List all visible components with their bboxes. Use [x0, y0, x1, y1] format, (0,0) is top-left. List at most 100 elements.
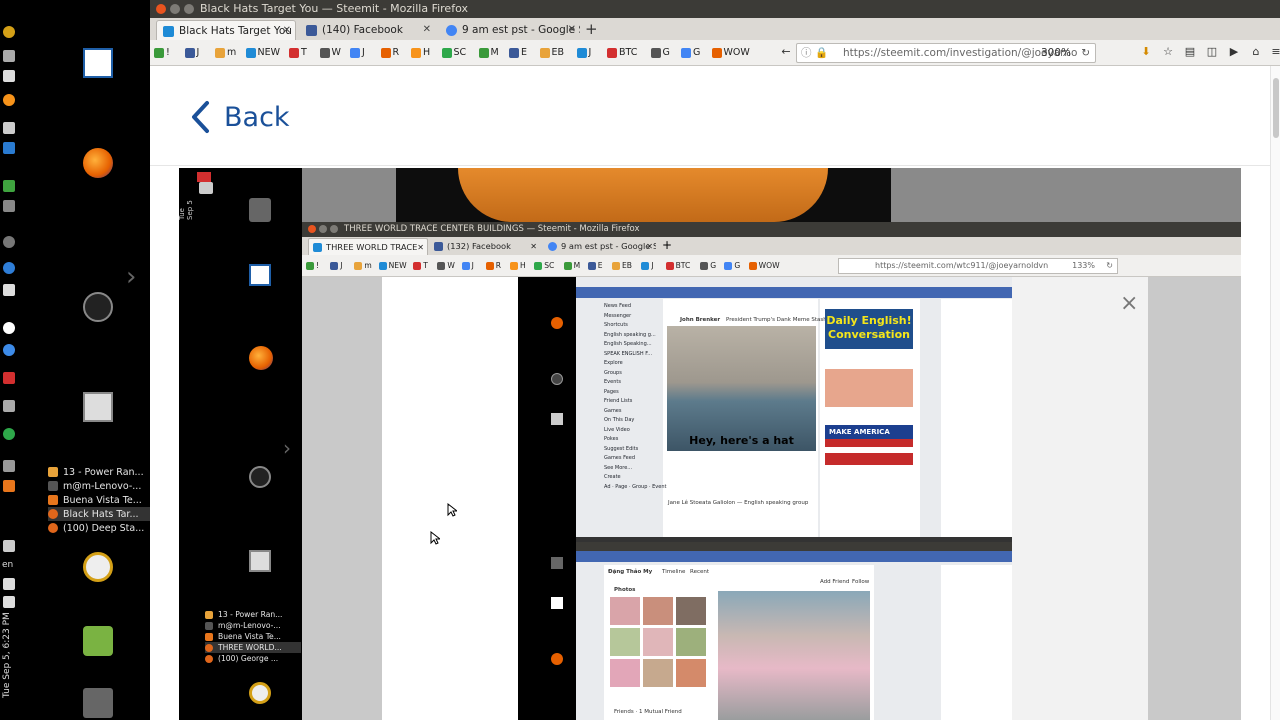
- ad-daily-english: Daily English! Conversation: [825, 309, 913, 349]
- fb-sidebar-item: On This Day: [604, 417, 635, 423]
- nested-bookmark-item: m: [364, 261, 372, 270]
- bookmark-icon: [461, 262, 470, 270]
- bookmark-item[interactable]: M: [491, 47, 499, 58]
- coin-icon[interactable]: [83, 552, 113, 582]
- ubuntu-icon[interactable]: [83, 292, 113, 322]
- fb-second-post: Jane Lê Stoeata Galiolon — English speak…: [668, 500, 809, 506]
- bookmark-item[interactable]: WOW: [724, 47, 750, 58]
- firefox-window: Black Hats Target You — Steemit - Mozill…: [150, 0, 1280, 720]
- tab-active[interactable]: Black Hats Target You ✕: [156, 20, 296, 40]
- bookmark-item[interactable]: J: [362, 47, 365, 58]
- bookmark-item[interactable]: SC: [454, 47, 467, 58]
- file-manager-icon[interactable]: [83, 392, 113, 422]
- reload-icon[interactable]: ↻: [1081, 44, 1090, 62]
- bookmark-item[interactable]: m: [227, 47, 236, 58]
- youtube-icon[interactable]: ▶: [1228, 46, 1240, 58]
- fb-sidebar-item: SPEAK ENGLISH F...: [604, 350, 653, 357]
- new-tab-button[interactable]: +: [585, 20, 598, 38]
- bookmark-item[interactable]: E: [521, 47, 527, 58]
- document-icon: [249, 264, 271, 286]
- trash-icon: [249, 198, 271, 222]
- zoom-level[interactable]: 300%: [1041, 44, 1071, 62]
- screenshot-task-list: 13 - Power Ran... m@m-Lenovo-... Buena V…: [205, 609, 301, 664]
- info-icon[interactable]: ⓘ: [801, 44, 812, 62]
- task-item[interactable]: (100) Deep Sta...: [48, 521, 166, 535]
- nested-bookmark-item: SC: [544, 261, 555, 270]
- fb-post-group: President Trump's Dank Meme Stash: [726, 317, 827, 323]
- task-item-active[interactable]: Black Hats Tar...: [48, 507, 166, 521]
- nested-bookmark-item: WOW: [758, 261, 780, 270]
- minimize-window-button[interactable]: [170, 4, 180, 14]
- library-icon[interactable]: ▤: [1184, 46, 1196, 58]
- bookmark-icon: [184, 48, 195, 58]
- scrollbar-thumb[interactable]: [1273, 78, 1279, 138]
- bookmark-item[interactable]: NEW: [258, 47, 281, 58]
- back-arrow-icon[interactable]: ←: [780, 46, 792, 58]
- volume-icon[interactable]: [3, 578, 15, 590]
- page-content: Back › Tue Sep 5 13 - Power Ran... m@m-L…: [150, 66, 1270, 720]
- pocket-icon[interactable]: ◫: [1206, 46, 1218, 58]
- user-icon[interactable]: [83, 626, 113, 656]
- star-icon[interactable]: ☆: [1162, 46, 1174, 58]
- nested-tab: (132) Facebook ✕: [430, 238, 540, 255]
- bookmark-item[interactable]: H: [423, 47, 430, 58]
- fb-add-friend-button: Add Friend: [820, 579, 850, 585]
- bookmark-icon: [485, 262, 494, 270]
- document-icon[interactable]: [83, 48, 113, 78]
- system-clock[interactable]: Tue Sep 5, 6:23 PM: [2, 600, 16, 710]
- home-icon[interactable]: ⌂: [1250, 46, 1262, 58]
- keyboard-layout[interactable]: en: [2, 560, 13, 570]
- spreadsheet-icon: [3, 180, 15, 192]
- coin-icon: [249, 682, 271, 704]
- bookmark-icon: [478, 48, 489, 58]
- bookmark-item[interactable]: BTC: [619, 47, 637, 58]
- trash-icon[interactable]: [83, 688, 113, 718]
- tab[interactable]: 9 am est pst - Google S ✕: [440, 20, 580, 40]
- nested-bookmark-item: H: [520, 261, 526, 270]
- task-item[interactable]: m@m-Lenovo-...: [48, 479, 166, 493]
- tab[interactable]: (140) Facebook ✕: [300, 20, 435, 40]
- close-window-icon: [308, 225, 316, 233]
- bookmark-icon: [539, 48, 550, 58]
- fb-profile-name: Đặng Thảo My: [608, 569, 653, 575]
- bookmark-icon: [380, 48, 391, 58]
- download-icon[interactable]: ⬇: [1140, 46, 1152, 58]
- lock-icon: 🔒: [815, 47, 829, 59]
- bookmark-item[interactable]: EB: [552, 47, 565, 58]
- nested-window-title: THREE WORLD TRACE CENTER BUILDINGS — Ste…: [344, 224, 640, 234]
- bookmark-item[interactable]: R: [393, 47, 400, 58]
- task-label: Buena Vista Te...: [63, 494, 142, 506]
- back-button[interactable]: Back: [190, 98, 290, 136]
- task-item[interactable]: 13 - Power Ran...: [48, 465, 166, 479]
- task-item[interactable]: Buena Vista Te...: [48, 493, 166, 507]
- bookmark-item[interactable]: T: [301, 47, 307, 58]
- bookmark-item[interactable]: J: [197, 47, 200, 58]
- bookmark-icon: [330, 262, 339, 270]
- close-tab-icon[interactable]: ✕: [568, 20, 576, 40]
- bookmark-item[interactable]: J: [589, 47, 592, 58]
- page-scrollbar[interactable]: [1270, 66, 1280, 720]
- nested-bookmark-item: EB: [622, 261, 633, 270]
- fb-sidebar-item: Create: [604, 474, 621, 480]
- close-tab-icon[interactable]: ✕: [283, 21, 291, 40]
- nested-bookmark-item: J: [340, 261, 343, 270]
- firefox-icon: [551, 317, 563, 329]
- embedded-screenshot[interactable]: › Tue Sep 5 13 - Power Ran... m@m-Lenovo…: [179, 168, 1241, 720]
- address-bar[interactable]: ⓘ 🔒 https://steemit.com/investigation/@j…: [796, 43, 1096, 63]
- file-manager-icon: [551, 413, 563, 425]
- bookmark-item[interactable]: G: [693, 47, 700, 58]
- vlc-icon: [3, 480, 15, 492]
- chevron-right-icon[interactable]: ›: [126, 262, 136, 292]
- app-icon: [3, 200, 15, 212]
- close-window-button[interactable]: [156, 4, 166, 14]
- bookmark-item[interactable]: !: [166, 47, 170, 58]
- menu-icon[interactable]: ≡: [1270, 46, 1280, 58]
- bookmark-item[interactable]: G: [663, 47, 670, 58]
- nested-bookmark-item: G: [710, 261, 717, 270]
- close-tab-icon[interactable]: ✕: [423, 20, 431, 40]
- firefox-icon: [249, 346, 273, 370]
- firefox-icon[interactable]: [83, 148, 113, 178]
- maximize-window-button[interactable]: [184, 4, 194, 14]
- bookmark-item[interactable]: W: [332, 47, 341, 58]
- fb-profile-tab: Recent: [690, 569, 710, 575]
